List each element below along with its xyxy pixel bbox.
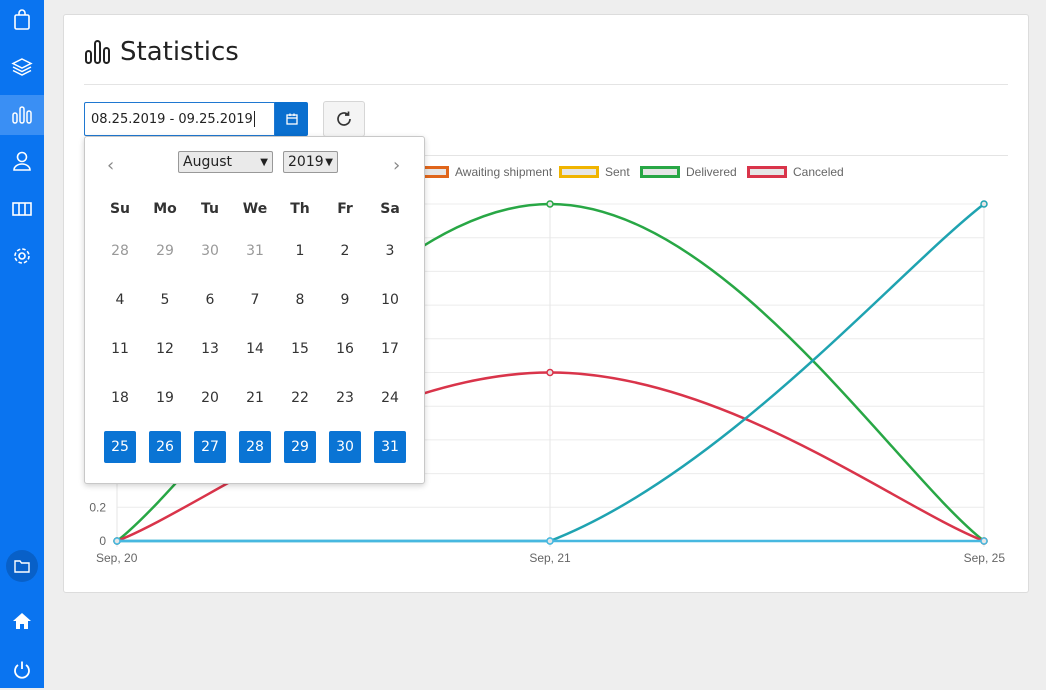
weekday-header: Su — [109, 201, 131, 217]
year-select-value: 2019 — [288, 154, 324, 170]
calendar-day[interactable]: 29 — [284, 431, 316, 463]
calendar-day[interactable]: 3 — [374, 235, 406, 267]
calendar-day[interactable]: 12 — [149, 333, 181, 365]
calendar-day[interactable]: 18 — [104, 382, 136, 414]
x-tick-label: Sep, 25 — [964, 551, 1006, 565]
calendar-day[interactable]: 14 — [239, 333, 271, 365]
calendar-day[interactable]: 31 — [374, 431, 406, 463]
calendar-day[interactable]: 15 — [284, 333, 316, 365]
calendar-day[interactable]: 5 — [149, 284, 181, 316]
x-tick-label: Sep, 20 — [96, 551, 138, 565]
calendar-day[interactable]: 28 — [104, 235, 136, 267]
calendar-day[interactable]: 8 — [284, 284, 316, 316]
calendar-day[interactable]: 20 — [194, 382, 226, 414]
calendar-day[interactable]: 26 — [149, 431, 181, 463]
weekday-header: We — [242, 201, 268, 217]
calendar-day[interactable]: 1 — [284, 235, 316, 267]
calendar-day[interactable]: 11 — [104, 333, 136, 365]
calendar-day[interactable]: 16 — [329, 333, 361, 365]
calendar-day[interactable]: 30 — [194, 235, 226, 267]
weekday-header: Tu — [201, 201, 219, 217]
calendar-day[interactable]: 21 — [239, 382, 271, 414]
calendar-day[interactable]: 10 — [374, 284, 406, 316]
calendar-day[interactable]: 31 — [239, 235, 271, 267]
weekday-header: Sa — [380, 201, 400, 217]
next-month-button[interactable]: › — [393, 155, 400, 176]
calendar-day[interactable]: 19 — [149, 382, 181, 414]
data-point — [546, 537, 554, 545]
data-point — [546, 200, 554, 208]
month-select-value: August — [183, 154, 232, 170]
chevron-down-icon: ▼ — [260, 156, 268, 168]
year-select[interactable]: 2019 ▼ — [283, 151, 338, 173]
prev-month-button[interactable]: ‹ — [107, 155, 114, 176]
calendar-day[interactable]: 9 — [329, 284, 361, 316]
weekday-header: Mo — [153, 201, 177, 217]
calendar-day[interactable]: 28 — [239, 431, 271, 463]
data-point — [980, 537, 988, 545]
data-point — [113, 537, 121, 545]
calendar-day[interactable]: 23 — [329, 382, 361, 414]
calendar-day[interactable]: 6 — [194, 284, 226, 316]
calendar-day[interactable]: 4 — [104, 284, 136, 316]
calendar-day[interactable]: 25 — [104, 431, 136, 463]
calendar-day[interactable]: 22 — [284, 382, 316, 414]
calendar-day[interactable]: 17 — [374, 333, 406, 365]
weekday-header: Fr — [337, 201, 353, 217]
chevron-down-icon: ▼ — [325, 156, 333, 168]
weekday-header: Th — [290, 201, 310, 217]
datepicker-popup: ‹ August ▼ 2019 ▼ › Su Mo Tu We Th Fr Sa 28 29 3… — [84, 136, 425, 484]
calendar-day[interactable]: 27 — [194, 431, 226, 463]
calendar-day[interactable]: 13 — [194, 333, 226, 365]
x-tick-label: Sep, 21 — [529, 551, 571, 565]
calendar-day[interactable]: 2 — [329, 235, 361, 267]
calendar-day[interactable]: 24 — [374, 382, 406, 414]
y-tick-label: 0 — [99, 534, 106, 548]
calendar-day[interactable]: 29 — [149, 235, 181, 267]
data-point — [980, 200, 988, 208]
month-select[interactable]: August ▼ — [178, 151, 273, 173]
data-point — [546, 368, 554, 377]
calendar-day[interactable]: 30 — [329, 431, 361, 463]
calendar-day[interactable]: 7 — [239, 284, 271, 316]
y-tick-label: 0.2 — [89, 500, 106, 514]
